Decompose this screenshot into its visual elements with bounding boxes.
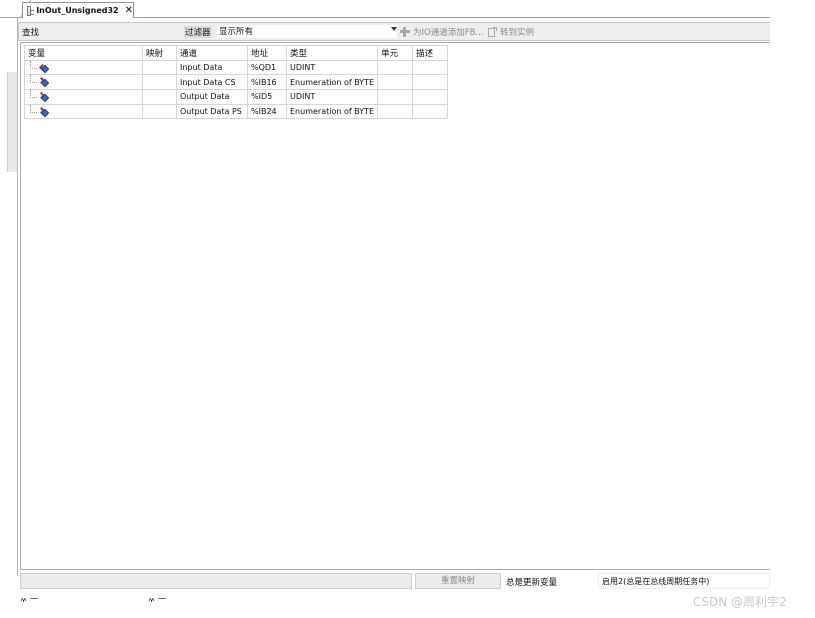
chevron-down-icon[interactable] [391, 27, 397, 31]
left-divider [17, 16, 18, 576]
clipped-text-right: ✲ 一 [148, 598, 167, 604]
address-cell[interactable]: %IB24 [247, 103, 287, 120]
description-cell [412, 59, 449, 76]
variable-cell[interactable] [24, 89, 143, 105]
table-row[interactable]: Output Data %ID5 UDINT [24, 89, 449, 105]
column-header-description[interactable]: 描述 [412, 45, 449, 61]
editor-tab-bar: InOut_Unsigned32 ✕ [0, 0, 770, 18]
table-row[interactable]: Input Data %QD1 UDINT [24, 59, 449, 76]
io-mapping-table: 变量 映射 通道 地址 类型 单元 描述 Input Data %QD1 UDI… [24, 45, 449, 120]
column-header-address[interactable]: 地址 [247, 45, 287, 61]
column-header-variable[interactable]: 变量 [24, 45, 143, 61]
watermark: CSDN @周利宇2 [693, 595, 787, 609]
mapping-cell[interactable] [142, 59, 177, 76]
goto-instance-icon [487, 27, 497, 37]
tree-connector [30, 90, 37, 99]
tab-title: InOut_Unsigned32 [36, 6, 119, 15]
description-cell [412, 89, 449, 105]
output-variable-icon [38, 63, 50, 73]
tree-connector [30, 60, 37, 69]
channel-cell: Output Data PS [176, 103, 248, 120]
mapping-status-bar: 重置映射 总是更新变量 启用2(总是在总线周期任务中) [20, 573, 770, 590]
filter-label: 过滤器 [184, 26, 212, 38]
variable-cell[interactable] [24, 103, 143, 120]
io-mapping-panel: 变量 映射 通道 地址 类型 单元 描述 Input Data %QD1 UDI… [20, 42, 770, 570]
always-update-label: 总是更新变量 [506, 578, 558, 588]
type-cell: UDINT [285, 59, 379, 76]
tree-connector [30, 104, 37, 113]
table-row[interactable]: Input Data CS %IB16 Enumeration of BYTE [24, 74, 449, 91]
mapping-cell[interactable] [142, 89, 177, 105]
find-input[interactable] [45, 24, 193, 39]
document-icon [27, 5, 35, 16]
goto-instance-label: 转到实例 [500, 28, 535, 38]
channel-cell: Input Data [176, 59, 248, 76]
input-variable-icon [37, 77, 50, 88]
tree-connector [30, 75, 37, 84]
unit-cell [377, 103, 414, 120]
column-header-mapping[interactable]: 映射 [142, 45, 177, 61]
variable-cell[interactable] [24, 74, 143, 91]
column-header-channel[interactable]: 通道 [176, 45, 248, 61]
description-cell [412, 103, 449, 120]
address-cell[interactable]: %IB16 [247, 74, 287, 91]
unit-cell [377, 89, 414, 105]
type-cell: UDINT [285, 89, 379, 105]
input-variable-icon [37, 106, 50, 117]
address-cell[interactable]: %QD1 [247, 59, 287, 76]
reset-mapping-button[interactable]: 重置映射 [415, 573, 501, 589]
io-mapping-toolbar: 查找 过滤器 显示所有 为IO通道添加FB... 转到实例 [18, 22, 770, 41]
mapping-cell[interactable] [142, 103, 177, 120]
input-variable-icon [37, 92, 50, 103]
unit-cell [377, 59, 414, 76]
clipped-bottom-row: ✲ 一 ✲ 一 [18, 598, 278, 604]
find-label: 查找 [22, 28, 40, 38]
goto-instance-button[interactable]: 转到实例 [487, 26, 534, 38]
variable-cell[interactable] [24, 59, 143, 76]
address-cell[interactable]: %ID5 [247, 89, 287, 105]
column-header-unit[interactable]: 单元 [377, 45, 414, 61]
column-header-type[interactable]: 类型 [285, 45, 379, 61]
plus-icon [400, 27, 410, 37]
type-cell: Enumeration of BYTE [285, 74, 379, 91]
left-ruler-strip [0, 0, 18, 600]
table-row[interactable]: Output Data PS %IB24 Enumeration of BYTE [24, 103, 449, 120]
unit-cell [377, 74, 414, 91]
add-fb-label: 为IO通道添加FB... [413, 28, 484, 38]
close-icon[interactable]: ✕ [125, 5, 133, 16]
channel-cell: Input Data CS [176, 74, 248, 91]
clipped-text-left: ✲ 一 [20, 598, 39, 604]
type-cell: Enumeration of BYTE [285, 103, 379, 120]
always-update-select[interactable]: 启用2(总是在总线周期任务中) [598, 573, 770, 589]
channel-cell: Output Data [176, 89, 248, 105]
tab-inout-unsigned32[interactable]: InOut_Unsigned32 ✕ [22, 2, 134, 18]
table-header-row: 变量 映射 通道 地址 类型 单元 描述 [24, 45, 449, 61]
description-cell [412, 74, 449, 91]
filter-select[interactable]: 显示所有 [216, 24, 398, 39]
status-empty-segment [20, 573, 412, 589]
mapping-cell[interactable] [142, 74, 177, 91]
add-fb-for-io-channel-button[interactable]: 为IO通道添加FB... [400, 26, 484, 38]
